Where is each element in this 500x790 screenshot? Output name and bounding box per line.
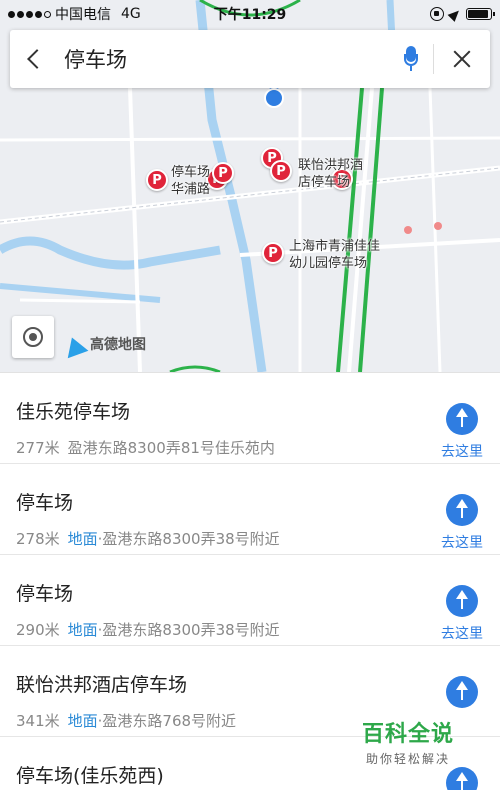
result-distance: 277米 — [16, 439, 60, 457]
parking-pin[interactable]: P — [146, 169, 168, 191]
amap-logo-icon — [64, 333, 86, 355]
voice-search-button[interactable] — [389, 30, 433, 88]
locate-icon — [23, 327, 43, 347]
result-title: 联怡洪邦酒店停车场 — [16, 674, 188, 696]
orientation-lock-icon — [430, 7, 444, 21]
result-distance: 290米 — [16, 621, 60, 639]
status-bar: 中国电信 4G 下午11:29 — [0, 0, 500, 28]
list-item[interactable]: 停车场 278米 地面·盈港东路8300弄38号附近 去这里 — [0, 464, 500, 555]
map-logo-text: 高德地图 — [90, 337, 146, 353]
map-label-line: 华浦路 — [171, 182, 211, 197]
result-distance: 341米 — [16, 712, 60, 730]
result-address: ·盈港东路768号附近 — [97, 712, 237, 730]
go-here-label: 去这里 — [441, 535, 483, 551]
result-address: ·盈港东路8300弄38号附近 — [97, 621, 280, 639]
map-label-line: 幼儿园停车场 — [289, 256, 368, 271]
result-subtitle: 278米 地面·盈港东路8300弄38号附近 — [16, 528, 280, 549]
map-label-hotel: 联怡洪邦酒 店停车场 — [298, 157, 363, 191]
network-type: 4G — [121, 6, 141, 22]
locate-me-button[interactable] — [12, 316, 54, 358]
signal-strength-icon — [8, 10, 51, 18]
search-bar: 停车场 — [10, 30, 490, 88]
location-services-icon — [447, 6, 463, 22]
poi-dot[interactable] — [434, 222, 442, 230]
search-input[interactable]: 停车场 — [58, 44, 389, 74]
result-subtitle: 290米 地面·盈港东路8300弄38号附近 — [16, 619, 280, 640]
chevron-left-icon — [27, 49, 47, 69]
go-here-button[interactable] — [436, 676, 488, 708]
parking-pin[interactable]: P — [262, 242, 284, 264]
result-title: 佳乐苑停车场 — [16, 401, 131, 423]
go-here-button[interactable]: 去这里 — [436, 403, 488, 461]
poi-dot[interactable] — [404, 226, 412, 234]
result-title: 停车场 — [16, 492, 74, 514]
map-label-line: 联怡洪邦酒 — [298, 158, 364, 173]
go-here-button[interactable]: 去这里 — [436, 494, 488, 552]
close-button[interactable] — [434, 30, 490, 88]
map-label-line: 上海市青浦佳佳 — [289, 239, 381, 254]
list-item[interactable]: 佳乐苑停车场 277米 盈港东路8300弄81号佳乐苑内 去这里 — [0, 373, 500, 464]
result-subtitle: 341米 地面·盈港东路768号附近 — [16, 710, 236, 731]
result-tag: 地面 — [67, 712, 98, 730]
result-address: 盈港东路8300弄81号佳乐苑内 — [67, 439, 275, 457]
navigate-arrow-icon — [446, 585, 478, 617]
back-button[interactable] — [10, 30, 58, 88]
navigate-arrow-icon — [446, 767, 478, 790]
go-here-button[interactable] — [436, 767, 488, 790]
parking-pin[interactable]: P — [270, 160, 292, 182]
result-title: 停车场(佳乐苑西) — [16, 765, 164, 787]
map-logo: 高德地图 — [64, 333, 146, 355]
result-title: 停车场 — [16, 583, 74, 605]
result-distance: 278米 — [16, 530, 60, 548]
microphone-icon — [404, 46, 418, 72]
watermark-title: 百科全说 — [361, 722, 454, 747]
go-here-button[interactable]: 去这里 — [436, 585, 488, 643]
result-tag: 地面 — [67, 621, 98, 639]
list-item[interactable]: 停车场 290米 地面·盈港东路8300弄38号附近 去这里 — [0, 555, 500, 646]
navigate-arrow-icon — [446, 494, 478, 526]
navigate-arrow-icon — [446, 676, 478, 708]
watermark: 百科全说 助你轻松解决 — [352, 716, 464, 767]
navigate-arrow-icon — [446, 403, 478, 435]
result-tag: 地面 — [67, 530, 98, 548]
map-label-line: 店停车场 — [298, 175, 351, 190]
map-label-line: 停车场 — [171, 165, 211, 180]
map-label-parking: 停车场 华浦路 — [171, 164, 210, 198]
go-here-label: 去这里 — [441, 626, 483, 642]
result-subtitle: 277米 盈港东路8300弄81号佳乐苑内 — [16, 437, 275, 458]
map-label-kindergarten: 上海市青浦佳佳 幼儿园停车场 — [289, 238, 380, 272]
result-address: ·盈港东路8300弄38号附近 — [97, 530, 280, 548]
battery-icon — [466, 8, 495, 20]
go-here-label: 去这里 — [441, 444, 483, 460]
watermark-subtitle: 助你轻松解决 — [365, 752, 450, 766]
carrier-name: 中国电信 — [55, 7, 111, 23]
parking-pin[interactable]: P — [212, 162, 234, 184]
clock: 下午11:29 — [213, 7, 287, 23]
